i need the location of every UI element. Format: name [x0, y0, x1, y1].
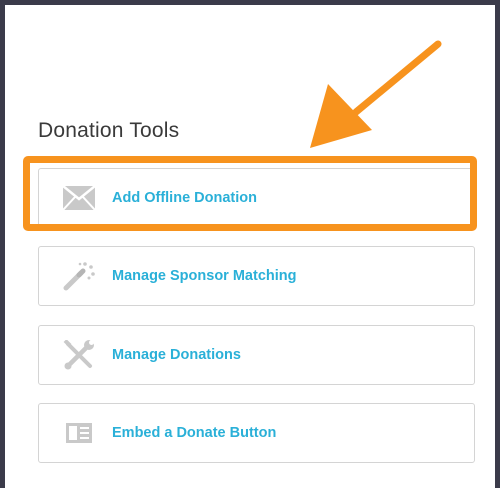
envelope-icon — [63, 184, 95, 212]
embed-donate-button-button[interactable]: Embed a Donate Button — [38, 403, 475, 463]
embed-donate-button-label: Embed a Donate Button — [112, 425, 277, 441]
embed-icon — [63, 419, 95, 447]
section-title: Donation Tools — [38, 119, 180, 142]
tools-icon — [63, 340, 95, 370]
manage-donations-button[interactable]: Manage Donations — [38, 325, 475, 385]
manage-sponsor-matching-button[interactable]: Manage Sponsor Matching — [38, 246, 475, 306]
manage-sponsor-matching-label: Manage Sponsor Matching — [112, 268, 297, 284]
add-offline-donation-label: Add Offline Donation — [112, 190, 257, 206]
panel-frame: Donation Tools Add Offline Donation Mana… — [0, 0, 500, 488]
add-offline-donation-button[interactable]: Add Offline Donation — [38, 168, 475, 228]
magic-wand-icon — [63, 262, 95, 291]
manage-donations-label: Manage Donations — [112, 347, 241, 363]
